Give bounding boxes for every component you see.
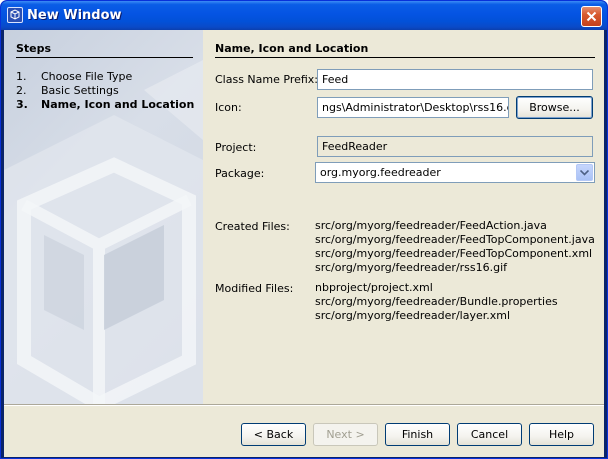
button-bar-divider (4, 404, 604, 406)
modified-files-list: nbproject/project.xml src/org/myorg/feed… (315, 281, 558, 323)
browse-button[interactable]: Browse... (516, 96, 593, 119)
created-files-list: src/org/myorg/feedreader/FeedAction.java… (315, 219, 595, 275)
close-icon (586, 11, 597, 22)
list-item: nbproject/project.xml (315, 281, 433, 294)
modified-files-label: Modified Files: (215, 282, 294, 295)
list-item: src/org/myorg/feedreader/FeedTopComponen… (315, 233, 595, 246)
icon-label: Icon: (215, 101, 242, 114)
project-label: Project: (215, 141, 257, 154)
package-combobox[interactable]: org.myorg.feedreader (315, 162, 595, 183)
step-number: 2. (16, 84, 27, 97)
steps-panel: Steps 1. Choose File Type 2. Basic Setti… (4, 30, 203, 404)
list-item: src/org/myorg/feedreader/Bundle.properti… (315, 295, 558, 308)
title-bar[interactable]: New Window (1, 1, 607, 30)
step-label: Choose File Type (41, 70, 133, 83)
step-label: Name, Icon and Location (41, 98, 195, 111)
class-prefix-label: Class Name Prefix: (215, 73, 319, 86)
package-selected-value: org.myorg.feedreader (320, 166, 441, 179)
window-title: New Window (27, 8, 122, 23)
cancel-button[interactable]: Cancel (457, 423, 522, 446)
step-number: 3. (16, 98, 28, 111)
package-dropdown-button[interactable] (576, 164, 593, 181)
icon-path-input[interactable]: ngs\Administrator\Desktop\rss16.gif (317, 97, 509, 118)
created-files-label: Created Files: (215, 220, 290, 233)
next-button[interactable]: Next > (313, 423, 378, 446)
form-divider (215, 57, 595, 58)
wizard-window: New Window Steps 1. Choose File Type 2. … (0, 0, 608, 459)
list-item: src/org/myorg/feedreader/rss16.gif (315, 261, 508, 274)
steps-divider (16, 57, 193, 58)
list-item: src/org/myorg/feedreader/layer.xml (315, 309, 511, 322)
form-heading: Name, Icon and Location (215, 42, 369, 55)
list-item: src/org/myorg/feedreader/FeedTopComponen… (315, 247, 593, 260)
list-item: src/org/myorg/feedreader/FeedAction.java (315, 219, 547, 232)
finish-button[interactable]: Finish (385, 423, 450, 446)
chevron-down-icon (580, 170, 589, 176)
class-prefix-input[interactable]: Feed (317, 69, 593, 90)
help-button[interactable]: Help (529, 423, 594, 446)
project-field: FeedReader (317, 136, 593, 157)
close-button[interactable] (581, 6, 602, 27)
steps-heading: Steps (16, 42, 52, 55)
dialog-body: Steps 1. Choose File Type 2. Basic Setti… (4, 30, 604, 457)
package-label: Package: (215, 167, 265, 180)
back-button[interactable]: < Back (241, 423, 306, 446)
step-number: 1. (16, 70, 27, 83)
app-icon (7, 7, 23, 23)
step-label: Basic Settings (41, 84, 119, 97)
